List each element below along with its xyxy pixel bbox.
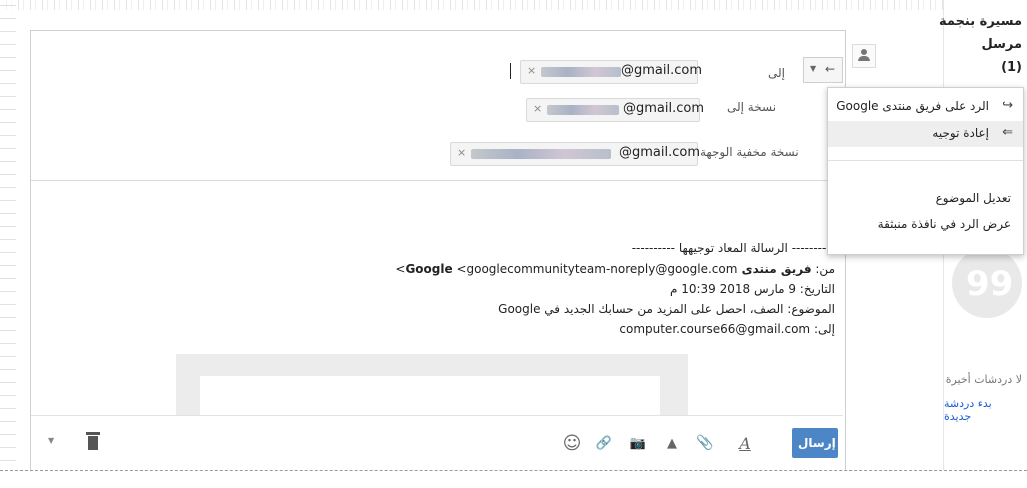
menu-item-label: الرد على فريق منتدى Google [836,99,989,113]
sidebar-sent-label[interactable]: مرسل [981,37,1022,52]
sidebar-count: (1) [1001,60,1022,75]
insert-photo-icon[interactable]: 📷 [628,432,648,454]
to-line: إلى: computer.course66@gmail.com [619,322,835,336]
cc-recipient-domain: @gmail.com [623,101,705,116]
insert-emoji-icon[interactable]: ☺ [562,432,582,454]
forwarded-header: ---------- الرسالة المعاد توجيهها ------… [631,241,835,255]
reply-type-dropdown[interactable]: ← ▼ [803,57,843,83]
attach-file-icon[interactable]: 📎 [695,432,715,454]
send-button[interactable]: إرسال [792,428,838,458]
chevron-down-icon: ▼ [810,64,817,73]
menu-item-edit-subject[interactable]: تعديل الموضوع [828,186,1023,212]
text-cursor [510,63,511,79]
from-line: من: فريق منتدى Google <googlecommunityte… [395,262,835,276]
contact-avatar-icon[interactable] [852,44,876,68]
more-options-caret-icon[interactable]: ▼ [48,436,54,445]
date-line: التاريخ: 9 مارس 2018 10:39 م [669,282,835,296]
redacted-username [471,149,611,159]
remove-recipient-icon[interactable]: × [457,146,466,159]
to-line-label: إلى: [813,322,835,336]
reply-options-menu: ↪ الرد على فريق منتدى Google ⇐ إعادة توج… [827,87,1024,255]
menu-item-popout-reply[interactable]: عرض الرد في نافذة منبثقة [828,212,1023,238]
bcc-field-label: نسخة مخفية الوجهة [700,145,799,159]
start-new-chat-link[interactable]: بدء دردشة جديدة [944,397,1022,423]
redacted-username [541,67,621,77]
torn-edge-top [0,0,1027,10]
menu-item-forward[interactable]: ⇐ إعادة توجيه [828,121,1023,147]
menu-item-label: إعادة توجيه [932,126,989,140]
header-divider [31,180,843,181]
forward-icon: ⇐ [1002,125,1013,140]
bcc-recipient-domain: @gmail.com [619,145,701,160]
subject-line: الموضوع: الصف، احصل على المزيد من حسابك … [498,302,835,316]
menu-item-label: تعديل الموضوع [935,191,1011,205]
cc-field-label: نسخة إلى [727,100,777,114]
menu-item-label: عرض الرد في نافذة منبثقة [877,217,1011,231]
menu-divider [828,160,1023,161]
bcc-recipient-chip[interactable]: × @gmail.com [450,142,701,166]
compose-toolbar [31,415,843,470]
redacted-username [547,105,619,115]
discard-draft-icon[interactable] [86,432,100,450]
forward-arrow-icon: ← [824,62,835,76]
torn-edge-left [0,0,16,487]
remove-recipient-icon[interactable]: × [527,64,536,77]
to-recipient-chip[interactable]: × @gmail.com [520,60,702,84]
no-recent-chats-text: لا دردشات أخيرة [945,373,1022,386]
email-content-inner [200,376,660,416]
hangouts-quote-glyph: 99 [966,264,1014,304]
remove-recipient-icon[interactable]: × [533,102,542,115]
sidebar-starred-label[interactable]: مسيرة بنجمة [939,14,1022,29]
to-line-email: computer.course66@gmail.com [619,322,811,336]
insert-link-icon[interactable]: 🔗 [594,432,614,454]
to-field-label: إلى [768,66,785,80]
from-label: من: [815,262,835,276]
cc-recipient-chip[interactable]: × @gmail.com [526,98,704,122]
torn-edge-bottom [0,470,1027,488]
formatting-icon[interactable]: A [735,432,755,454]
to-recipient-domain: @gmail.com [621,63,703,78]
menu-item-reply[interactable]: ↪ الرد على فريق منتدى Google [828,94,1023,120]
reply-icon: ↪ [1002,98,1013,113]
google-drive-icon[interactable]: ▲ [662,432,682,454]
